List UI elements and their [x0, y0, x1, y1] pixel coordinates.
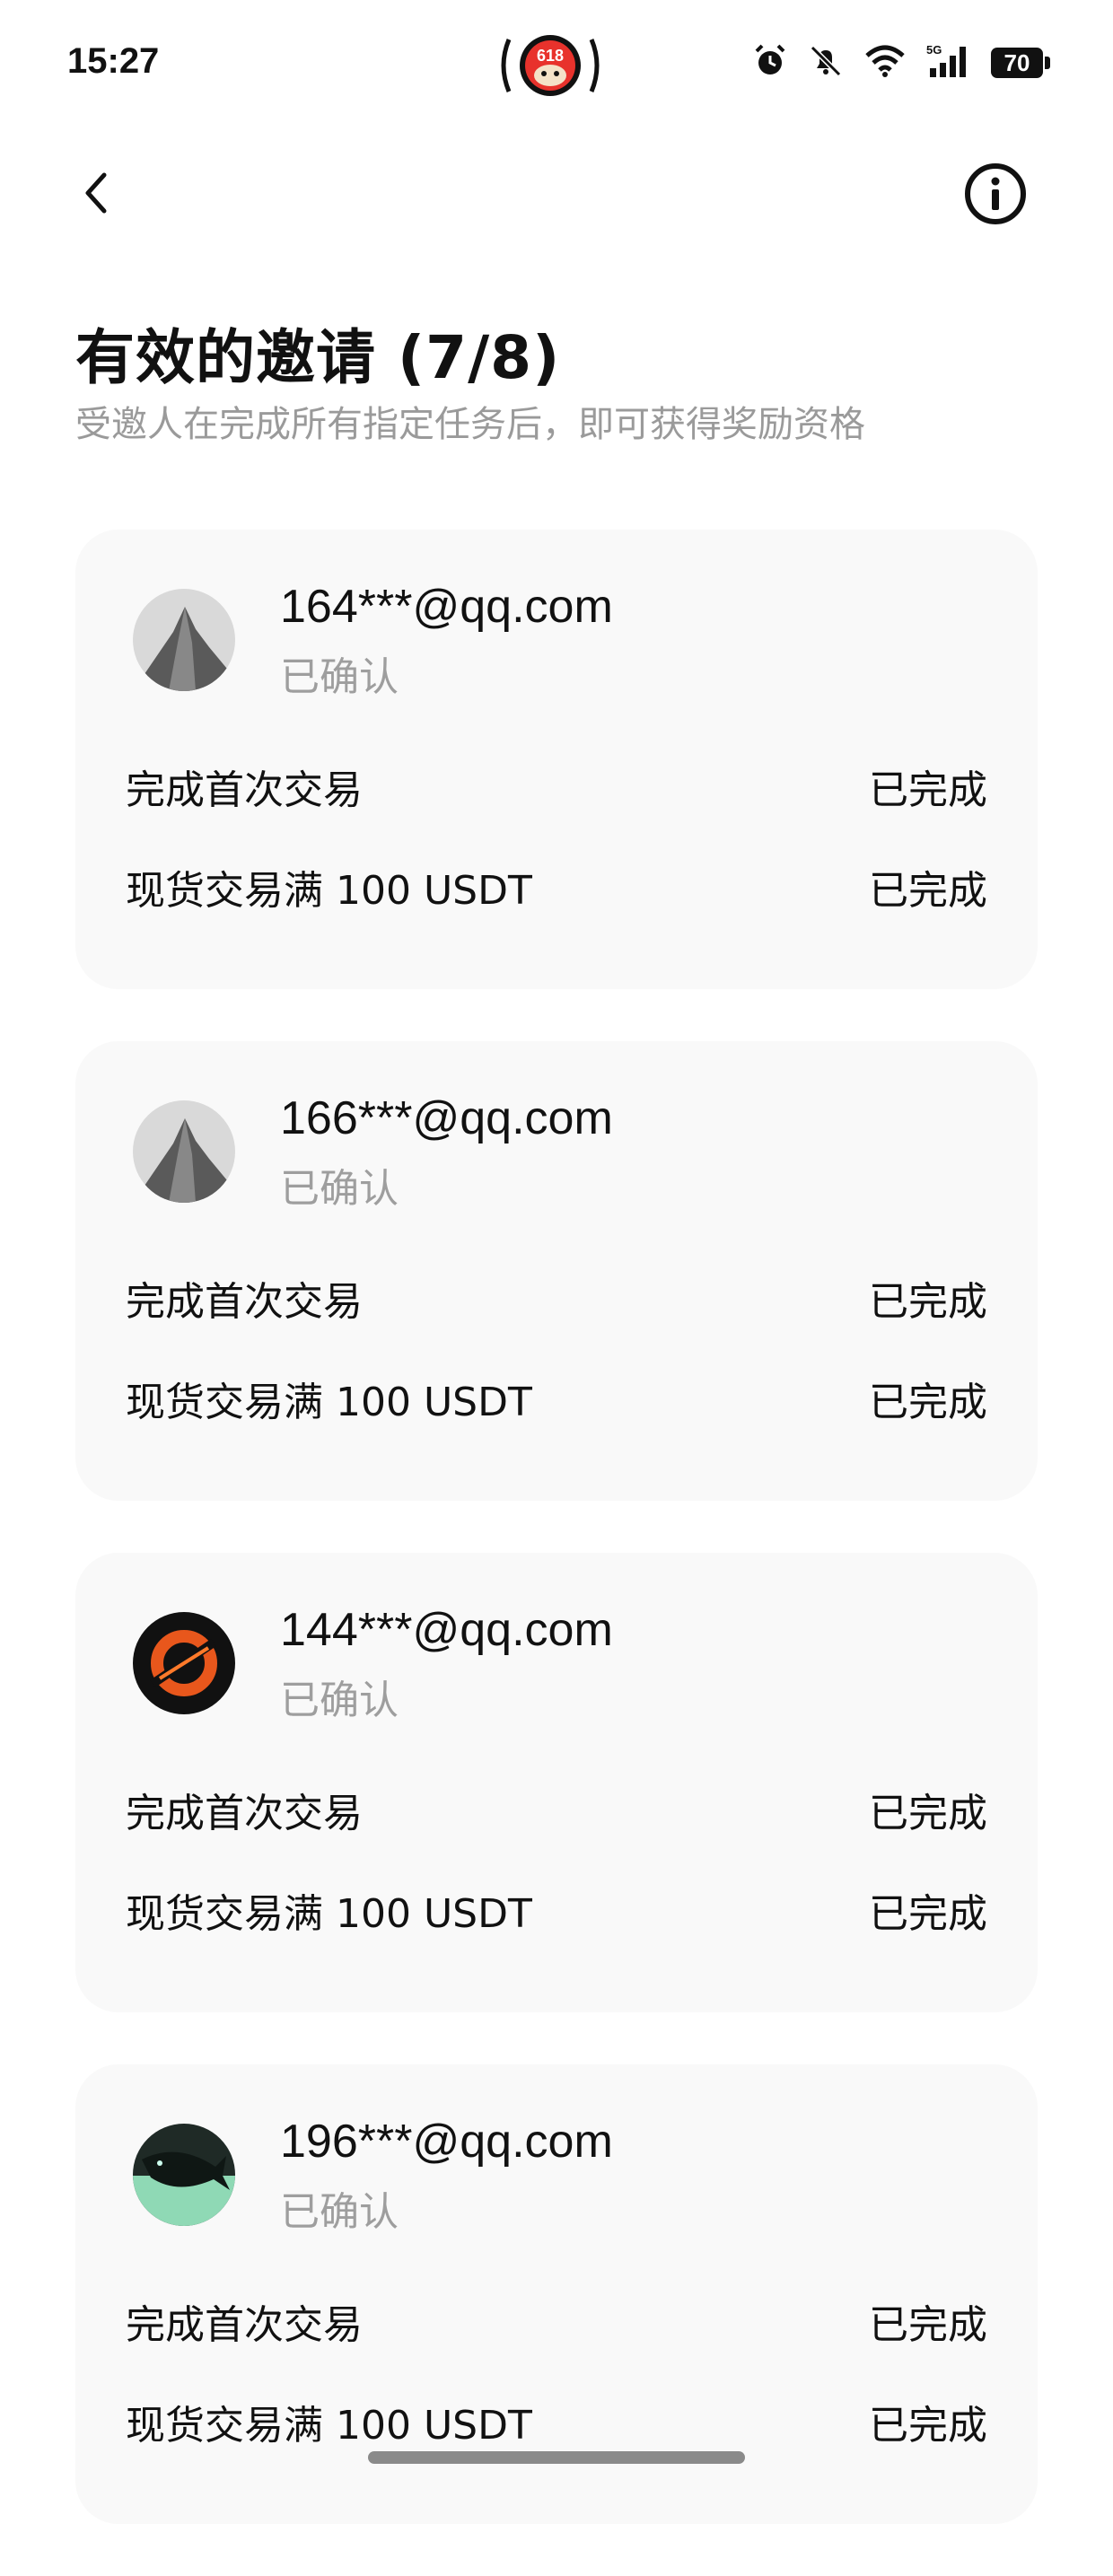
battery-icon: 70: [991, 48, 1050, 78]
status-time: 15:27: [67, 41, 160, 81]
task-status: 已完成: [869, 2302, 987, 2348]
cellular-signal-icon: 5G: [926, 43, 971, 83]
invitee-status: 已确认: [280, 1678, 399, 1723]
chevron-left-icon: [85, 172, 107, 214]
task-row: 现货交易满 100 USDT 已完成: [126, 858, 987, 916]
network-type: 5G: [926, 43, 942, 57]
task-name: 完成首次交易: [126, 1791, 363, 1836]
invitee-email: 144***@qq.com: [280, 1604, 613, 1656]
invitee-status: 已确认: [280, 1166, 399, 1212]
task-status: 已完成: [869, 1380, 987, 1425]
page-subtitle: 受邀人在完成所有指定任务后，即可获得奖励资格: [75, 404, 865, 445]
task-name: 现货交易满 100 USDT: [126, 1891, 532, 1937]
invitee-email: 164***@qq.com: [280, 581, 613, 633]
task-name: 现货交易满 100 USDT: [126, 2403, 532, 2449]
task-status: 已完成: [869, 2403, 987, 2449]
task-row: 完成首次交易 已完成: [126, 2292, 987, 2350]
page-title: 有效的邀请 (7/8): [75, 323, 561, 392]
info-button[interactable]: [963, 162, 1028, 226]
task-row: 完成首次交易 已完成: [126, 1269, 987, 1327]
invitation-card: 144***@qq.com 已确认 完成首次交易 已完成 现货交易满 100 U…: [75, 1553, 1038, 2012]
bell-muted-icon: [808, 43, 844, 83]
task-name: 完成首次交易: [126, 767, 363, 813]
status-icons: 5G 70: [752, 43, 1050, 83]
back-button[interactable]: [72, 166, 126, 220]
status-bar: 15:27 618 5G 70: [0, 0, 1113, 126]
task-status: 已完成: [869, 1891, 987, 1937]
task-name: 现货交易满 100 USDT: [126, 868, 532, 914]
task-name: 现货交易满 100 USDT: [126, 1380, 532, 1425]
task-row: 现货交易满 100 USDT 已完成: [126, 2393, 987, 2450]
task-row: 现货交易满 100 USDT 已完成: [126, 1370, 987, 1427]
invitee-email: 196***@qq.com: [280, 2116, 613, 2168]
battery-level: 70: [991, 48, 1043, 78]
promo-badge-text: 618: [537, 47, 564, 65]
task-status: 已完成: [869, 767, 987, 813]
alarm-icon: [752, 43, 788, 83]
task-status: 已完成: [869, 1791, 987, 1836]
invitee-email: 166***@qq.com: [280, 1092, 613, 1144]
invitation-card: 164***@qq.com 已确认 完成首次交易 已完成 现货交易满 100 U…: [75, 530, 1038, 989]
invitation-list: 164***@qq.com 已确认 完成首次交易 已完成 现货交易满 100 U…: [75, 530, 1038, 2576]
mountain-avatar: [133, 1100, 235, 1203]
invitation-card: 166***@qq.com 已确认 完成首次交易 已完成 现货交易满 100 U…: [75, 1041, 1038, 1501]
task-row: 现货交易满 100 USDT 已完成: [126, 1881, 987, 1939]
whale-avatar: [133, 2124, 235, 2226]
task-status: 已完成: [869, 868, 987, 914]
wifi-icon: [863, 45, 907, 81]
info-icon: [965, 163, 1026, 224]
task-name: 完成首次交易: [126, 2302, 363, 2348]
invitee-status: 已确认: [280, 2189, 399, 2235]
mountain-avatar: [133, 589, 235, 691]
task-name: 完成首次交易: [126, 1279, 363, 1325]
task-status: 已完成: [869, 1279, 987, 1325]
promo-badge-icon: 618: [496, 32, 604, 99]
task-row: 完成首次交易 已完成: [126, 758, 987, 815]
orange-planet-avatar: [133, 1612, 235, 1714]
task-row: 完成首次交易 已完成: [126, 1781, 987, 1838]
home-indicator[interactable]: [368, 2451, 745, 2464]
invitee-status: 已确认: [280, 654, 399, 700]
